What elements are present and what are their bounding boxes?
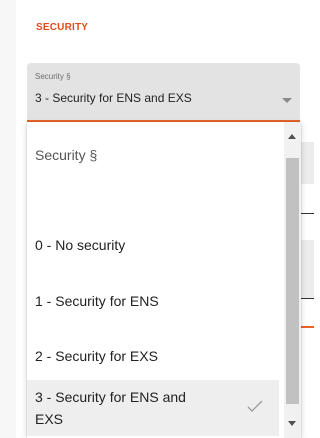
background-field-underline — [300, 298, 314, 299]
scroll-down-arrow-icon[interactable] — [288, 421, 296, 426]
menu-item-placeholder[interactable]: Security § — [27, 127, 279, 183]
background-field-underline-active — [300, 326, 314, 328]
security-select-value: 3 - Security for ENS and EXS — [35, 91, 192, 105]
check-icon — [247, 400, 263, 412]
scrollbar-thumb[interactable] — [286, 158, 299, 404]
security-dropdown-menu: Security § 0 - No security 1 - Security … — [27, 122, 301, 438]
menu-scrollbar[interactable] — [284, 122, 301, 438]
section-title: SECURITY — [36, 22, 89, 33]
menu-item-security-exs[interactable]: 2 - Security for EXS — [27, 328, 279, 384]
menu-item-security-ens-exs[interactable]: 3 - Security for ENS and EXS — [27, 380, 279, 436]
background-field-underline — [300, 213, 314, 214]
page-backdrop — [0, 0, 16, 438]
menu-item-label: 2 - Security for EXS — [35, 348, 158, 364]
screen: SECURITY Security § 3 - Security for ENS… — [0, 0, 314, 438]
menu-item-label: 1 - Security for ENS — [35, 293, 159, 309]
menu-item-security-ens[interactable]: 1 - Security for ENS — [27, 273, 279, 329]
security-select-label: Security § — [35, 72, 71, 81]
security-select[interactable]: Security § 3 - Security for ENS and EXS — [27, 63, 300, 122]
background-field — [300, 142, 314, 184]
menu-item-label: 0 - No security — [35, 237, 126, 253]
background-field — [300, 240, 314, 298]
caret-down-icon[interactable] — [282, 98, 292, 103]
scroll-up-arrow-icon[interactable] — [288, 134, 296, 139]
menu-item-label: Security § — [35, 147, 98, 163]
menu-item-no-security[interactable]: 0 - No security — [27, 217, 279, 273]
menu-item-label: 3 - Security for ENS and EXS — [35, 389, 186, 427]
